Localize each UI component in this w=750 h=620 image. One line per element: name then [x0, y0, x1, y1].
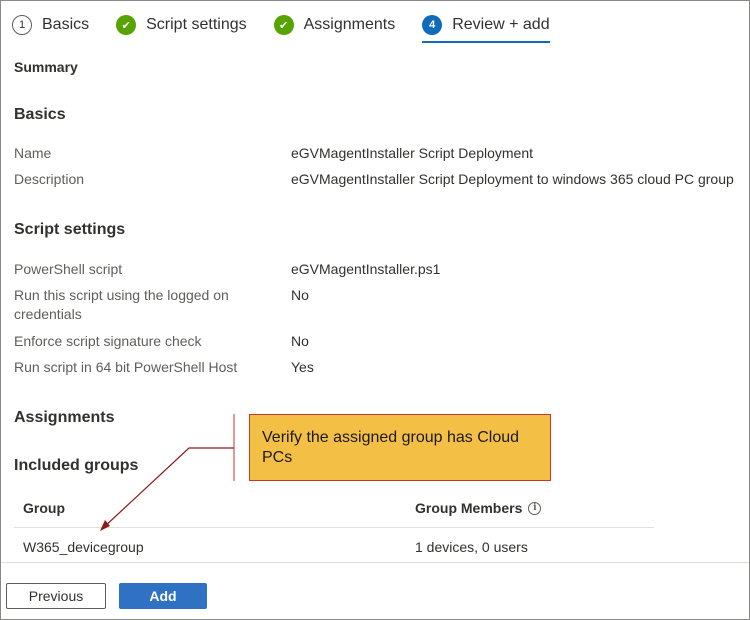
column-header-group-members: Group Members i — [415, 500, 542, 516]
detail-value: eGVMagentInstaller Script Deployment to … — [291, 171, 734, 187]
footer-divider — [1, 562, 749, 563]
add-button[interactable]: Add — [119, 583, 207, 609]
detail-value: No — [291, 287, 309, 303]
step-number-badge: 4 — [422, 15, 443, 35]
step-script-settings[interactable]: ✔ Script settings — [116, 10, 247, 40]
detail-value: eGVMagentInstaller Script Deployment — [291, 145, 533, 161]
groups-table-header: Group Group Members i — [14, 490, 654, 528]
step-label: Script settings — [146, 16, 247, 33]
column-header-group: Group — [23, 500, 65, 516]
detail-value: eGVMagentInstaller.ps1 — [291, 261, 441, 277]
group-name-cell: W365_devicegroup — [23, 539, 144, 555]
wizard-steps: 1 Basics ✔ Script settings ✔ Assignments… — [12, 10, 577, 43]
step-label: Assignments — [303, 16, 396, 33]
detail-label: Name — [14, 145, 52, 161]
group-members-cell: 1 devices, 0 users — [415, 539, 528, 555]
step-basics[interactable]: 1 Basics — [12, 10, 89, 40]
annotation-callout: Verify the assigned group has Cloud PCs — [249, 414, 551, 481]
detail-value: Yes — [291, 359, 314, 375]
detail-label: Enforce script signature check — [14, 333, 202, 349]
step-number-badge: 1 — [12, 15, 32, 35]
detail-label: PowerShell script — [14, 261, 123, 277]
table-row: W365_devicegroup 1 devices, 0 users — [14, 529, 654, 563]
included-groups-title: Included groups — [14, 457, 139, 474]
checkmark-icon: ✔ — [273, 15, 294, 35]
basics-section-title: Basics — [14, 106, 66, 123]
info-icon[interactable]: i — [528, 501, 542, 515]
detail-label: Run script in 64 bit PowerShell Host — [14, 359, 238, 375]
step-assignments[interactable]: ✔ Assignments — [273, 10, 396, 40]
detail-label: Description — [14, 171, 85, 187]
step-label: Basics — [42, 16, 90, 33]
step-label: Review + add — [452, 16, 550, 33]
summary-heading: Summary — [14, 59, 78, 75]
script-settings-section-title: Script settings — [14, 221, 126, 238]
previous-button[interactable]: Previous — [6, 583, 106, 609]
assignments-section-title: Assignments — [14, 409, 115, 426]
detail-value: No — [291, 333, 309, 349]
checkmark-icon: ✔ — [116, 15, 137, 35]
column-header-label: Group Members — [415, 500, 523, 516]
step-review-add[interactable]: 4 Review + add — [422, 10, 550, 43]
detail-label: Run this script using the logged on cred… — [14, 287, 229, 322]
